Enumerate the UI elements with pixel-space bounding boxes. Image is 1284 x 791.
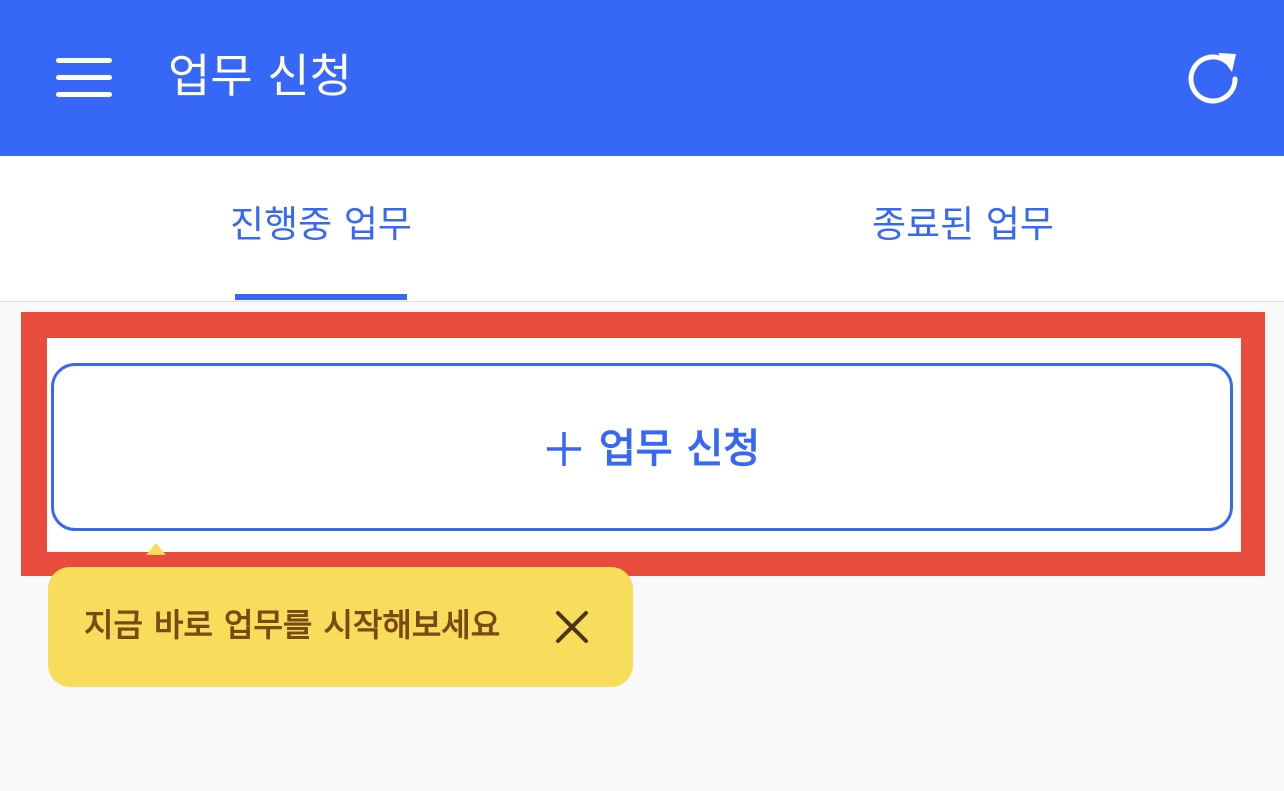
hamburger-menu-icon[interactable] [56,58,112,98]
plus-icon [546,431,582,467]
close-icon[interactable] [554,609,590,645]
active-tab-indicator [235,294,407,300]
tab-in-progress-label: 진행중 업무 [230,203,412,246]
request-task-button[interactable]: 업무 신청 [51,363,1233,531]
tooltip-text: 지금 바로 업무를 시작해보세요 [84,606,501,644]
refresh-icon[interactable] [1180,46,1246,112]
tab-completed[interactable]: 종료된 업무 [642,156,1284,301]
tab-in-progress[interactable]: 진행중 업무 [0,156,642,301]
app-bar: 업무 신청 [0,0,1284,156]
tooltip: 지금 바로 업무를 시작해보세요 [48,567,633,687]
page-title: 업무 신청 [168,49,352,103]
request-task-label: 업무 신청 [599,426,761,472]
tab-completed-label: 종료된 업무 [872,203,1054,246]
tooltip-arrow [146,543,166,555]
tab-bar: 진행중 업무 종료된 업무 [0,156,1284,302]
